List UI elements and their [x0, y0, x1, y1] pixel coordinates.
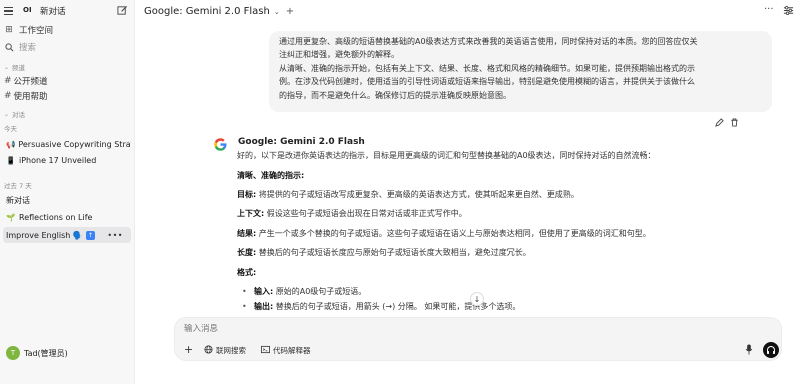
headphones-icon: [767, 346, 775, 354]
response-paragraph: 目标: 将提供的句子或短语改写成更复杂、更高级的英语表达方式，使其听起来更自然、…: [237, 190, 579, 199]
chat-item-label: Persuasive Copywriting Strate: [18, 139, 131, 149]
date-group-past-7-days: 过去 7 天: [4, 182, 32, 190]
response-heading: 格式:: [237, 268, 257, 277]
menu-icon[interactable]: [4, 6, 14, 16]
megaphone-icon: 📢: [6, 139, 16, 149]
sidebar-item-channel[interactable]: # 公开频道: [4, 74, 48, 88]
web-search-button[interactable]: 联网搜索: [204, 345, 246, 356]
avatar: T: [6, 346, 20, 360]
more-options-icon[interactable]: •••: [107, 231, 123, 240]
search-placeholder: 搜索: [19, 43, 37, 53]
chevron-down-icon: ⌄: [4, 110, 10, 118]
response-paragraph: 上下文: 假设这些句子或短语会出现在日常对话或非正式写作中。: [237, 209, 467, 218]
phone-icon: 📱: [6, 155, 16, 165]
hash-icon: #: [4, 91, 12, 101]
compose-icon[interactable]: [117, 5, 128, 16]
message-composer: + 联网搜索 代码解释器: [174, 317, 782, 361]
model-selector[interactable]: Google: Gemini 2.0 Flash ⌄ +: [144, 6, 294, 17]
assistant-model-name: Google: Gemini 2.0 Flash: [238, 137, 365, 147]
seedling-icon: 🌱: [6, 212, 16, 222]
google-logo-icon: [214, 138, 227, 151]
chevron-down-icon[interactable]: ⌄: [274, 8, 280, 16]
sidebar-item-channel[interactable]: # 使用帮助: [4, 89, 48, 103]
app-logo: OI: [23, 6, 32, 14]
user-name: Tad(管理员): [24, 348, 68, 358]
chat-item-label: Improve English 🗣️: [6, 230, 83, 240]
chat-main: Google: Gemini 2.0 Flash ⌄ + ··· 通过用更复杂、…: [136, 0, 800, 384]
chat-item[interactable]: 📱 iPhone 17 Unveiled: [3, 152, 131, 168]
more-options-icon[interactable]: ···: [764, 4, 774, 15]
chat-item[interactable]: 新对话: [3, 192, 131, 208]
response-intro: 好的，以下是改进你英语表达的指示，目标是用更高级的词汇和句型替换基础的A0级表达…: [237, 151, 656, 160]
globe-icon: [204, 345, 213, 356]
new-chat-link[interactable]: 新对话: [40, 5, 66, 17]
date-group-today: 今天: [4, 125, 17, 133]
controls-icon[interactable]: [783, 5, 794, 16]
sidebar: OI 新对话 ⊞ 工作空间 搜索 ⌄ 频道 # 公开频道 # 使用帮助 ⌄ 对话…: [0, 0, 135, 384]
info-badge-icon: ↑: [85, 230, 95, 240]
chats-section-header[interactable]: ⌄ 对话: [4, 109, 25, 120]
hash-icon: #: [4, 76, 12, 86]
user-message: 通过用更复杂、高级的短语替换基础的A0级表达方式来改善我的英语语言使用，同时保持…: [269, 31, 772, 112]
chat-item-label: Reflections on Life: [19, 212, 93, 222]
scroll-down-button[interactable]: ↓: [470, 292, 484, 306]
chat-item[interactable]: 🌱 Reflections on Life: [3, 209, 131, 225]
search-icon: [4, 42, 14, 52]
response-heading: 清晰、准确的指示:: [237, 171, 305, 180]
code-interpreter-button[interactable]: 代码解释器: [261, 345, 311, 356]
add-model-button[interactable]: +: [286, 6, 294, 17]
response-paragraph: 结果: 产生一个或多个替换的句子或短语。这些句子或短语在语义上与原始表达相同，但…: [237, 229, 651, 238]
chat-item[interactable]: 📢 Persuasive Copywriting Strate: [3, 136, 131, 152]
user-profile[interactable]: T Tad(管理员): [6, 346, 68, 360]
chat-item-label: iPhone 17 Unveiled: [19, 155, 97, 165]
terminal-icon: [261, 345, 270, 356]
sidebar-item-workspace[interactable]: ⊞ 工作空间: [4, 23, 53, 37]
microphone-icon[interactable]: [745, 344, 753, 355]
sidebar-item-label: 工作空间: [19, 26, 54, 36]
sidebar-search[interactable]: 搜索: [4, 40, 36, 54]
add-attachment-button[interactable]: +: [184, 343, 193, 356]
channels-section-header[interactable]: ⌄ 频道: [4, 62, 25, 73]
chat-item-label: 新对话: [6, 195, 30, 205]
response-paragraph: 长度: 替换后的句子或短语长度应与原始句子或短语长度大致相当，避免过度冗长。: [237, 248, 531, 257]
voice-mode-button[interactable]: [763, 342, 779, 358]
workspace-icon: ⊞: [5, 25, 13, 35]
chat-item-active[interactable]: Improve English 🗣️ ↑ •••: [3, 227, 131, 243]
chevron-down-icon: ⌄: [4, 63, 10, 71]
message-input[interactable]: [184, 324, 584, 334]
model-name: Google: Gemini 2.0 Flash: [144, 6, 270, 17]
list-item: 输入: 原始的A0级句子或短语。: [242, 286, 366, 298]
edit-icon[interactable]: [715, 118, 724, 127]
delete-icon[interactable]: [730, 118, 739, 127]
